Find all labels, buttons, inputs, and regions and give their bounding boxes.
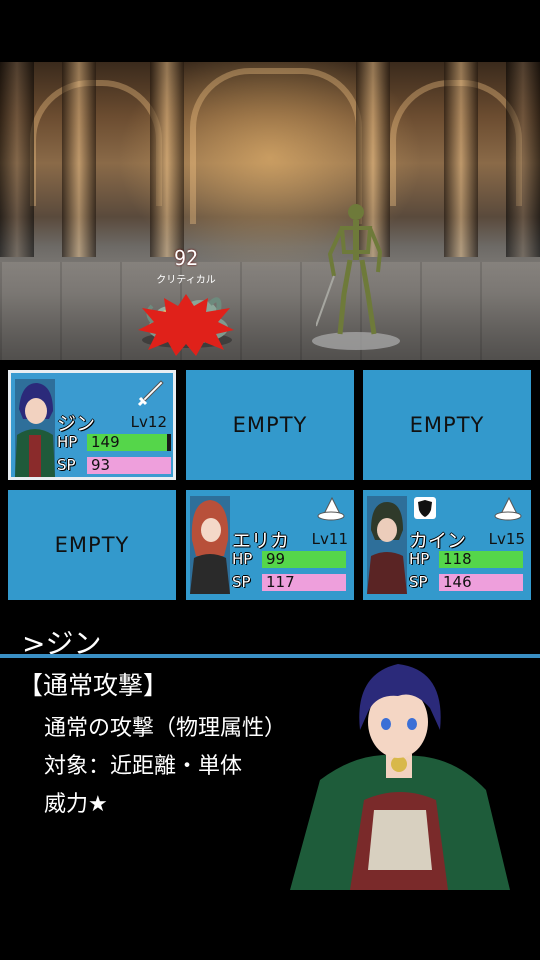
party-slot-kain[interactable]: カイン Lv15 HP 118 SP 146	[363, 490, 531, 600]
hp-value: 118	[443, 550, 472, 568]
sp-label: SP	[57, 456, 76, 474]
background-arch	[30, 80, 162, 206]
hp-bar: 149	[87, 434, 171, 451]
background-pillar	[444, 62, 478, 257]
background-arch	[190, 68, 362, 224]
shield-icon	[414, 497, 436, 519]
sp-label: SP	[232, 573, 251, 591]
background-pillar	[62, 62, 96, 257]
battle-scene	[0, 62, 540, 360]
sp-bar: 146	[439, 574, 523, 591]
hp-label: HP	[232, 550, 253, 568]
sp-bar: 117	[262, 574, 346, 591]
empty-label: EMPTY	[232, 413, 308, 437]
hp-label: HP	[409, 550, 430, 568]
skeleton-enemy-icon[interactable]	[316, 202, 396, 344]
sword-icon	[137, 380, 164, 407]
damage-burst-icon	[138, 294, 234, 356]
hp-value: 149	[91, 433, 120, 451]
empty-label: EMPTY	[409, 413, 485, 437]
party-slot-erika[interactable]: エリカ Lv11 HP 99 SP 117	[186, 490, 354, 600]
sp-value: 146	[443, 573, 472, 591]
sp-bar: 93	[87, 457, 171, 474]
sp-value: 93	[91, 456, 111, 474]
skill-description-line: 通常の攻撃（物理属性）	[44, 716, 287, 741]
witch-hat-icon	[317, 496, 345, 521]
party-slot-empty[interactable]: EMPTY	[186, 370, 354, 480]
character-name: エリカ	[232, 530, 290, 552]
hp-label: HP	[57, 433, 78, 451]
floor-tiles	[0, 262, 540, 360]
divider	[0, 654, 540, 658]
character-portrait-jin	[15, 379, 55, 477]
character-name: ジン	[57, 413, 96, 435]
hp-bar: 99	[262, 551, 346, 568]
party-slot-empty[interactable]: EMPTY	[363, 370, 531, 480]
empty-label: EMPTY	[54, 533, 130, 557]
party-slot-jin[interactable]: ジン Lv12 HP 149 SP 93	[8, 370, 176, 480]
hp-value: 99	[266, 550, 286, 568]
background-pillar	[506, 62, 540, 257]
sp-label: SP	[409, 573, 428, 591]
party-slot-empty[interactable]: EMPTY	[8, 490, 176, 600]
witch-hat-icon	[494, 496, 522, 521]
critical-label: クリティカル	[156, 275, 216, 286]
skill-target-line: 対象：近距離・単体	[44, 754, 243, 779]
skill-title: 【通常攻撃】	[18, 671, 169, 700]
character-portrait-kain	[367, 496, 407, 594]
background-pillar	[150, 62, 184, 257]
character-full-portrait-jin	[290, 664, 510, 890]
damage-number: 92	[173, 246, 199, 270]
character-level: Lv12	[130, 413, 167, 431]
character-level: Lv11	[311, 530, 348, 548]
skill-power-line: 威力★	[44, 792, 108, 817]
character-name: カイン	[409, 530, 467, 552]
character-portrait-erika	[190, 496, 230, 594]
character-level: Lv15	[488, 530, 525, 548]
hp-bar: 118	[439, 551, 523, 568]
sp-value: 117	[266, 573, 295, 591]
background-pillar	[0, 62, 34, 257]
